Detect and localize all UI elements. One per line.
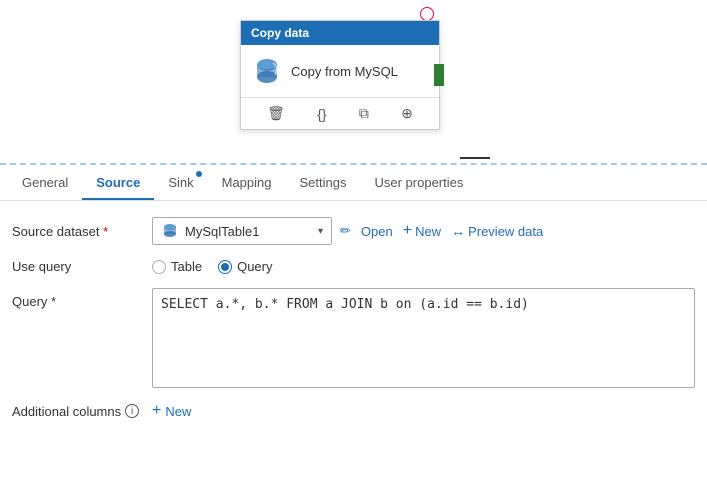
tab-mapping[interactable]: Mapping xyxy=(208,165,286,200)
dataset-select[interactable]: MySqlTable1 ▾ xyxy=(152,217,332,245)
sink-badge xyxy=(196,171,202,177)
tabs-section: General Source Sink Mapping Settings Use… xyxy=(0,165,707,201)
query-label: Query * xyxy=(12,288,142,309)
dataset-select-wrapper: MySqlTable1 ▾ ✏ Open + New ↔ Preview dat… xyxy=(152,217,695,245)
activity-card-title: Copy data xyxy=(251,26,309,40)
form-section: Source dataset * MySqlTable1 ▾ ✏ Open xyxy=(0,201,707,436)
plus-icon: + xyxy=(152,402,161,420)
connector-circle-top xyxy=(420,7,434,21)
add-output-icon[interactable]: ⊕ xyxy=(397,103,417,124)
radio-query-option[interactable]: Query xyxy=(218,259,272,274)
copy-icon[interactable]: ⧉ xyxy=(355,103,373,124)
use-query-label: Use query xyxy=(12,259,142,274)
dataset-actions: ✏ Open + New ↔ Preview data xyxy=(340,222,543,240)
radio-query-label: Query xyxy=(237,259,272,274)
radio-table-option[interactable]: Table xyxy=(152,259,202,274)
tabs-list: General Source Sink Mapping Settings Use… xyxy=(8,165,699,200)
additional-columns-row: Additional columns i + New xyxy=(12,402,695,420)
separator-line xyxy=(460,157,490,159)
source-dataset-row: Source dataset * MySqlTable1 ▾ ✏ Open xyxy=(12,217,695,245)
use-query-row: Use query Table Query xyxy=(12,259,695,274)
activity-card-header: Copy data xyxy=(241,21,439,45)
radio-table-circle xyxy=(152,260,166,274)
chevron-down-icon: ▾ xyxy=(318,226,323,237)
radio-query-circle xyxy=(218,260,232,274)
query-textarea[interactable]: SELECT a.*, b.* FROM a JOIN b on (a.id =… xyxy=(152,288,695,388)
activity-card[interactable]: Copy data Copy from MySQL 🗑 {} ⧉ ⊕ xyxy=(240,20,440,130)
query-row: Query * SELECT a.*, b.* FROM a JOIN b on… xyxy=(12,288,695,388)
preview-data-action[interactable]: ↔ Preview data xyxy=(451,223,543,239)
edit-icon[interactable]: ✏ xyxy=(340,223,351,239)
activity-card-label: Copy from MySQL xyxy=(291,64,398,79)
additional-columns-new-button[interactable]: + New xyxy=(152,402,191,420)
mysql-icon xyxy=(251,55,283,87)
activity-card-body: Copy from MySQL xyxy=(241,45,439,97)
query-required: * xyxy=(51,294,56,309)
tab-source[interactable]: Source xyxy=(82,165,154,200)
tab-sink[interactable]: Sink xyxy=(154,165,207,200)
source-dataset-label: Source dataset * xyxy=(12,224,142,239)
info-icon[interactable]: i xyxy=(125,404,139,418)
green-connector-bar xyxy=(434,64,444,86)
new-action[interactable]: + New xyxy=(403,222,441,240)
delete-icon[interactable]: 🗑 xyxy=(263,103,289,124)
open-action[interactable]: Open xyxy=(361,224,393,239)
radio-table-label: Table xyxy=(171,259,202,274)
tab-user-properties[interactable]: User properties xyxy=(360,165,477,200)
tab-general[interactable]: General xyxy=(8,165,82,200)
code-icon[interactable]: {} xyxy=(313,104,330,124)
dataset-mysql-icon xyxy=(161,222,179,240)
canvas-area: Copy data Copy from MySQL 🗑 {} ⧉ ⊕ xyxy=(0,0,707,165)
activity-card-footer: 🗑 {} ⧉ ⊕ xyxy=(241,97,439,129)
radio-group: Table Query xyxy=(152,259,272,274)
additional-columns-label: Additional columns i xyxy=(12,404,142,419)
dataset-select-text: MySqlTable1 xyxy=(185,224,312,239)
tab-settings[interactable]: Settings xyxy=(286,165,361,200)
source-dataset-required: * xyxy=(103,224,108,239)
